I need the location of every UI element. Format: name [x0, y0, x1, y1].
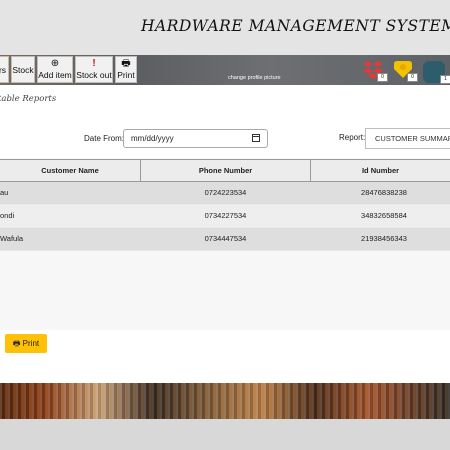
phone-number-cell: 0734227534 — [204, 211, 247, 220]
site-title: HARDWARE MANAGEMENT SYSTEM HOME PAG — [141, 17, 450, 35]
nav-print-label: Print — [117, 70, 135, 80]
page-bottom — [0, 419, 450, 450]
customer-name-cell: au — [0, 188, 9, 197]
footer-banner-image — [0, 383, 450, 419]
add-circle-icon: ⊕ — [50, 58, 60, 69]
nav-add-item-label: Add item — [38, 70, 72, 80]
profile-count-badge: 1 — [440, 75, 450, 84]
phone-number-cell: 0734447534 — [204, 234, 247, 243]
table-row[interactable]: Wafula 0734447534 21938456343 — [0, 228, 450, 251]
nav-stock-out-label: Stock out — [76, 70, 112, 80]
reports-panel: table Reports Date From: mm/dd/yyyy Repo… — [0, 85, 450, 330]
printer-icon: 🖶 — [12, 339, 21, 348]
print-report-label: Print — [22, 339, 40, 348]
date-from-input[interactable]: mm/dd/yyyy — [123, 129, 268, 148]
column-header-customer-name[interactable]: Customer Name — [0, 160, 140, 181]
customer-name-cell: Wafula — [0, 234, 24, 243]
nav-stock-label: Stock — [12, 65, 34, 75]
column-header-id-number[interactable]: Id Number — [311, 160, 450, 181]
report-label: Report: — [339, 133, 366, 142]
nav-print-button[interactable]: 🖶 Print — [115, 56, 137, 83]
printer-icon: 🖶 — [121, 58, 131, 69]
date-from-label: Date From: — [84, 134, 125, 143]
nav-customers-label: rs — [0, 65, 7, 75]
id-number-cell: 21938456343 — [361, 234, 407, 243]
customer-name-cell: ondi — [0, 211, 15, 220]
id-number-cell: 34832658584 — [361, 211, 407, 220]
dropbox-count-badge: 0 — [377, 73, 388, 82]
report-filters: Date From: mm/dd/yyyy Report: CUSTOMER S… — [0, 114, 450, 158]
change-profile-picture-link[interactable]: change profile picture — [228, 75, 281, 81]
column-header-phone-number[interactable]: Phone Number — [141, 160, 310, 181]
reports-panel-header: table Reports — [0, 85, 450, 115]
exclamation-icon: ! — [92, 58, 96, 69]
print-report-button[interactable]: 🖶 Print — [5, 334, 47, 353]
nav-stock-button[interactable]: Stock — [11, 56, 35, 83]
footer-banner-texture — [0, 383, 450, 419]
site-header: HARDWARE MANAGEMENT SYSTEM HOME PAG — [0, 0, 450, 55]
nav-customers-button[interactable]: rs — [0, 56, 9, 83]
tag-count-badge: 0 — [407, 73, 418, 82]
id-number-cell: 28476838238 — [361, 188, 407, 197]
print-area: 🖶 Print — [0, 330, 450, 383]
report-select[interactable]: CUSTOMER SUMMARY — [365, 128, 450, 149]
date-from-placeholder: mm/dd/yyyy — [131, 134, 174, 143]
table-row[interactable]: ondi 0734227534 34832658584 — [0, 205, 450, 228]
table-header-row: Customer Name Phone Number Id Number — [0, 159, 450, 182]
nav-stock-out-button[interactable]: ! Stock out — [75, 56, 113, 83]
reports-title: table Reports — [0, 94, 57, 104]
phone-number-cell: 0724223534 — [204, 188, 247, 197]
nav-add-item-button[interactable]: ⊕ Add item — [37, 56, 73, 83]
table-row[interactable]: au 0724223534 28476838238 — [0, 182, 450, 205]
calendar-icon[interactable] — [252, 134, 260, 142]
